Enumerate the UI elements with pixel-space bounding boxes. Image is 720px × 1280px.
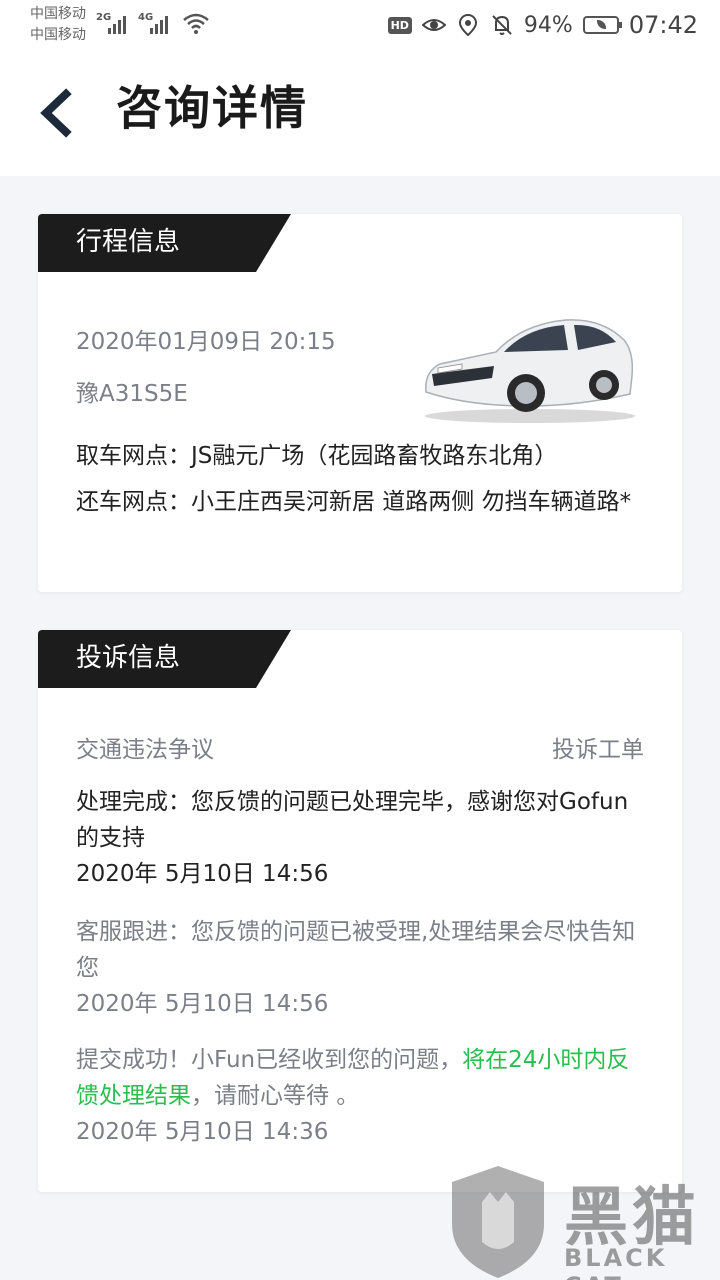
- carrier-labels: 中国移动 中国移动: [30, 4, 86, 46]
- update-item-submitted: 提交成功！小Fun已经收到您的问题，将在24小时内反馈处理结果，请耐心等待 。 …: [76, 1042, 648, 1150]
- update-time: 2020年 5月10日 14:36: [76, 1119, 329, 1145]
- location-icon: [458, 13, 477, 37]
- wifi-icon: [183, 13, 209, 34]
- complaint-info-card: 投诉信息 交通违法争议 投诉工单 处理完成：您反馈的问题已处理完毕，感谢您对Go…: [38, 630, 682, 1192]
- update-time: 2020年 5月10日 14:56: [76, 991, 329, 1017]
- update-time: 2020年 5月10日 14:56: [76, 861, 329, 887]
- battery-percent: 94%: [523, 12, 573, 38]
- update-item-followup: 客服跟进：您反馈的问题已被受理,处理结果会尽快告知您 2020年 5月10日 1…: [76, 914, 648, 1022]
- update-text: 客服跟进：您反馈的问题已被受理,处理结果会尽快告知您: [76, 919, 636, 981]
- complaint-category: 交通违法争议: [76, 737, 214, 763]
- watermark-en: BLACK CAT: [564, 1244, 668, 1280]
- complaint-section-label: 投诉信息: [38, 630, 291, 688]
- trip-time: 2020年01月09日 20:15: [76, 329, 336, 355]
- hd-badge: HD: [387, 16, 412, 34]
- page-title: 咨询详情: [116, 81, 308, 135]
- cat-shield-logo-icon: [452, 1166, 544, 1278]
- signal-2g-icon: 2G: [96, 12, 130, 34]
- update-item-completed: 处理完成：您反馈的问题已处理完毕，感谢您对Gofun的支持 2020年 5月10…: [76, 784, 648, 892]
- carrier-2: 中国移动: [30, 27, 86, 43]
- bell-off-icon: [492, 15, 512, 35]
- update-text: 处理完成：您反馈的问题已处理完毕，感谢您对Gofun的支持: [76, 789, 629, 851]
- page-header: 咨询详情: [0, 50, 720, 176]
- back-button[interactable]: [34, 88, 78, 138]
- carrier-1: 中国移动: [30, 6, 86, 22]
- update-text-after: ，请耐心等待 。: [191, 1083, 360, 1109]
- trip-section-label: 行程信息: [38, 214, 291, 272]
- chevron-left-icon: [40, 88, 72, 138]
- update-text: 提交成功！小Fun已经收到您的问题，将在24小时内反馈处理结果，请耐心等待 。: [76, 1042, 648, 1114]
- update-text-before: 提交成功！小Fun已经收到您的问题，: [76, 1047, 463, 1073]
- status-right: HD 94% 07:42: [387, 8, 698, 42]
- clock: 07:42: [628, 11, 698, 39]
- complaint-type: 投诉工单: [552, 737, 644, 763]
- signal-group: 2G 4G: [96, 12, 172, 34]
- pickup-location: 取车网点：JS融元广场（花园路畜牧路东北角）: [76, 443, 558, 469]
- black-cat-watermark: 黑猫 BLACK CAT: [448, 1160, 720, 1280]
- license-plate: 豫A31S5E: [76, 381, 188, 407]
- signal-4g-icon: 4G: [138, 12, 172, 34]
- battery-icon: [582, 16, 622, 34]
- return-location: 还车网点：小王庄西吴河新居 道路两侧 勿挡车辆道路*: [76, 489, 632, 515]
- status-bar: 中国移动 中国移动 2G 4G HD 94% 07:42: [0, 0, 720, 50]
- eye-icon: [421, 19, 446, 31]
- car-image: [425, 319, 635, 423]
- trip-info-card: 行程信息 2020年01月09日 20:15 豫A31S5E 取车网点：JS融元…: [38, 214, 682, 592]
